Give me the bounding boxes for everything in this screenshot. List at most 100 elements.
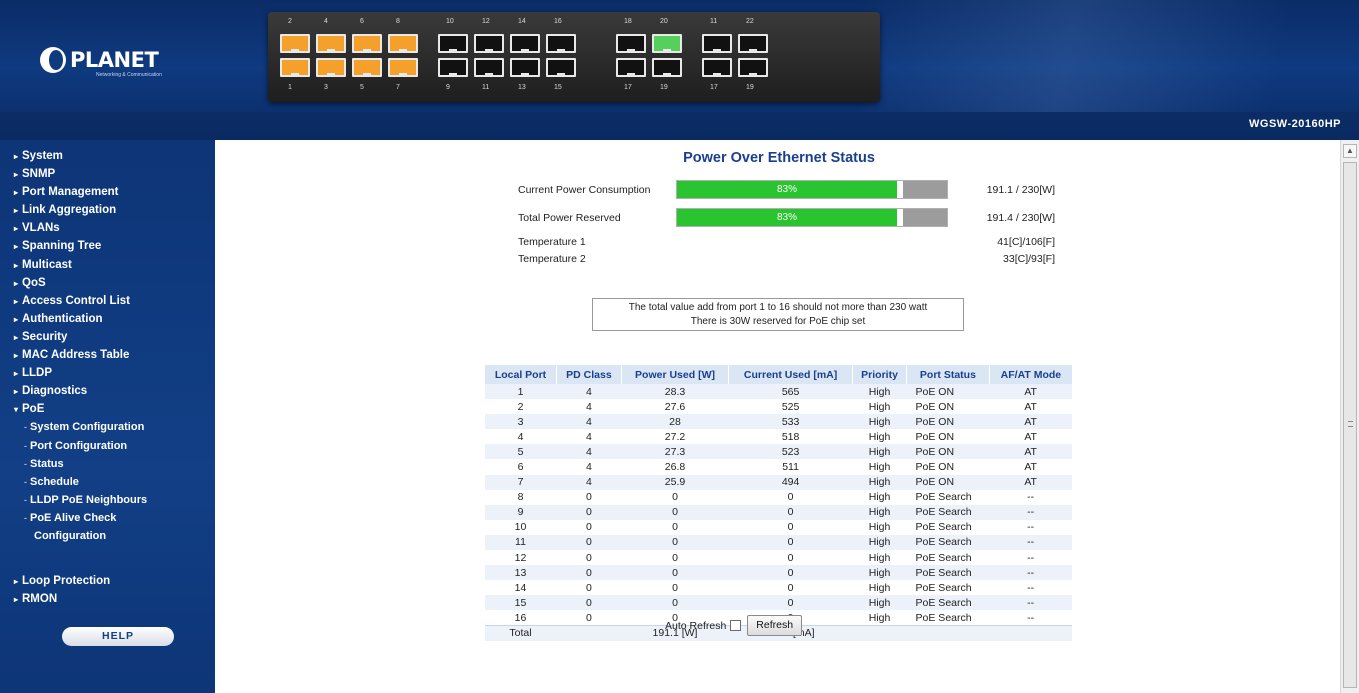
model-bar (0, 112, 1359, 140)
sidebar-item-access-control-list[interactable]: ▸ Access Control List (0, 292, 215, 310)
sidebar-item-diagnostics[interactable]: ▸ Diagnostics (0, 382, 215, 400)
table-cell: 494 (728, 474, 853, 490)
sidebar-subitem-port-configuration[interactable]: - Port Configuration (0, 437, 215, 455)
port-number-bottom: 9 (446, 84, 450, 91)
switch-front-panel: 2 4 6 8 10 12 14 16 18 20 11 22 1 3 5 7 9 11 13 15 17 19 17 19 (268, 12, 880, 102)
table-cell: PoE Search (906, 489, 990, 505)
chevron-right-icon: ▸ (14, 387, 19, 397)
sidebar-item-loop-protection[interactable]: ▸ Loop Protection (0, 572, 215, 590)
dash-icon: - (24, 422, 27, 433)
chevron-right-icon: ▸ (14, 242, 19, 252)
table-row: 6 4 26.8 511 High PoE ON AT (484, 459, 1072, 475)
table-cell: 0 (728, 550, 853, 566)
table-cell: 5 (484, 444, 557, 460)
sidebar-subitem-poe-alive-check-cont[interactable]: Configuration (0, 527, 215, 545)
table-cell: High (852, 610, 907, 626)
port-number-top: 6 (360, 18, 364, 25)
table-cell: 0 (621, 534, 729, 551)
port-10-icon (438, 34, 468, 53)
table-cell: PoE Search (906, 550, 990, 566)
auto-refresh-checkbox[interactable] (730, 620, 742, 631)
table-cell: PoE Search (906, 580, 990, 596)
port-6-icon (352, 34, 382, 53)
total-reserved-percent: 83% (776, 212, 797, 223)
sidebar-subitem-status[interactable]: - Status (0, 455, 215, 473)
table-row: 8 0 0 0 High PoE Search -- (484, 489, 1072, 505)
table-cell: 4 (556, 444, 622, 460)
sidebar-item-qos[interactable]: ▸ QoS (0, 274, 215, 292)
sidebar-item-authentication[interactable]: ▸ Authentication (0, 310, 215, 328)
menu-item-label: Multicast (22, 258, 72, 271)
sidebar-item-spanning-tree[interactable]: ▸ Spanning Tree (0, 237, 215, 255)
total-label: Total (484, 624, 557, 641)
sidebar-menu: ▸ System ▸ SNMP ▸ Port Management ▸ Link Aggreg… (0, 140, 215, 693)
current-power-bar: 83% (676, 180, 948, 199)
temperature-1-label: Temperature 1 (518, 236, 586, 248)
refresh-button[interactable]: Refresh (747, 615, 803, 636)
sidebar-item-snmp[interactable]: ▸ SNMP (0, 165, 215, 183)
sidebar-subitem-system-configuration[interactable]: - System Configuration (0, 418, 215, 436)
menu-item-label: RMON (22, 593, 58, 606)
vertical-scrollbar[interactable]: ▲ (1340, 140, 1359, 693)
sidebar-item-security[interactable]: ▸ Security (0, 328, 215, 346)
table-cell: AT (989, 384, 1072, 400)
table-cell: AT (989, 444, 1072, 460)
table-cell: AT (989, 459, 1072, 475)
chevron-right-icon: ▸ (14, 314, 19, 324)
sidebar-item-lldp[interactable]: ▸ LLDP (0, 364, 215, 382)
scroll-up-arrow-icon[interactable]: ▲ (1343, 144, 1357, 158)
sidebar-item-vlans[interactable]: ▸ VLANs (0, 219, 215, 237)
port-15-icon (546, 58, 576, 77)
column-header: Power Used [W] (620, 365, 729, 384)
page-title: Power Over Ethernet Status (683, 150, 875, 166)
sidebar-item-link-aggregation[interactable]: ▸ Link Aggregation (0, 201, 215, 219)
temperature-1-value: 41[C]/106[F] (997, 236, 1055, 248)
sidebar-item-multicast[interactable]: ▸ Multicast (0, 256, 215, 274)
menu-item-label: Security (22, 330, 68, 343)
table-header-row: Local Port PD Class Power Used [W] Current … (483, 365, 1072, 384)
sidebar-subitem-schedule[interactable]: - Schedule (0, 473, 215, 491)
sidebar-subitem-poe-alive-check[interactable]: - PoE Alive Check (0, 509, 215, 527)
port-number-bottom: 5 (360, 84, 364, 91)
sidebar-item-system[interactable]: ▸ System (0, 147, 215, 165)
port-20-icon (652, 34, 682, 53)
table-cell: 4 (556, 399, 622, 415)
help-button[interactable]: HELP (62, 627, 174, 646)
port-number-bottom: 11 (482, 84, 490, 91)
table-cell: 1 (484, 384, 557, 400)
scrollbar-thumb[interactable] (1343, 162, 1357, 688)
temperature-2-value: 33[C]/93[F] (1003, 253, 1055, 265)
sidebar-item-rmon[interactable]: ▸ RMON (0, 590, 215, 608)
table-row: 3 4 28 533 High PoE ON AT (484, 414, 1072, 430)
chevron-right-icon: ▸ (14, 369, 19, 379)
table-cell: 15 (484, 595, 557, 611)
table-cell: High (852, 444, 907, 460)
sidebar-item-port-management[interactable]: ▸ Port Management (0, 183, 215, 201)
sidebar-subitem-lldp-poe-neighbours[interactable]: - LLDP PoE Neighbours (0, 491, 215, 509)
chevron-right-icon: ▸ (14, 152, 19, 161)
chevron-right-icon: ▸ (14, 206, 19, 216)
total-reserved-bar: 83% (676, 208, 948, 227)
menu-item-label: SNMP (22, 168, 56, 181)
menu-item-label: Status (30, 457, 64, 470)
current-power-percent: 83% (776, 184, 797, 195)
sidebar-item-poe[interactable]: ▾ PoE (0, 400, 215, 418)
table-cell: -- (989, 565, 1072, 581)
menu-item-label: QoS (22, 276, 46, 289)
table-cell: PoE Search (906, 504, 990, 520)
table-row: 9 0 0 0 High PoE Search -- (484, 504, 1072, 520)
table-cell: High (852, 459, 907, 475)
port-number-top: 8 (396, 18, 400, 25)
sidebar-item-mac-address-table[interactable]: ▸ MAC Address Table (0, 346, 215, 364)
table-row: 12 0 0 0 High PoE Search -- (484, 550, 1072, 566)
table-cell: -- (989, 550, 1072, 566)
table-cell: 0 (728, 565, 853, 581)
power-note-line1: The total value add from port 1 to 16 sh… (628, 302, 928, 313)
port-18-icon (616, 34, 646, 53)
logo-text: PLANET (70, 47, 159, 72)
table-cell: 27.3 (621, 444, 729, 460)
port-number-top: 4 (324, 18, 328, 25)
table-row: 1 4 28.3 565 High PoE ON AT (484, 384, 1072, 400)
table-cell: 2 (484, 399, 557, 415)
table-cell: 0 (556, 610, 622, 626)
